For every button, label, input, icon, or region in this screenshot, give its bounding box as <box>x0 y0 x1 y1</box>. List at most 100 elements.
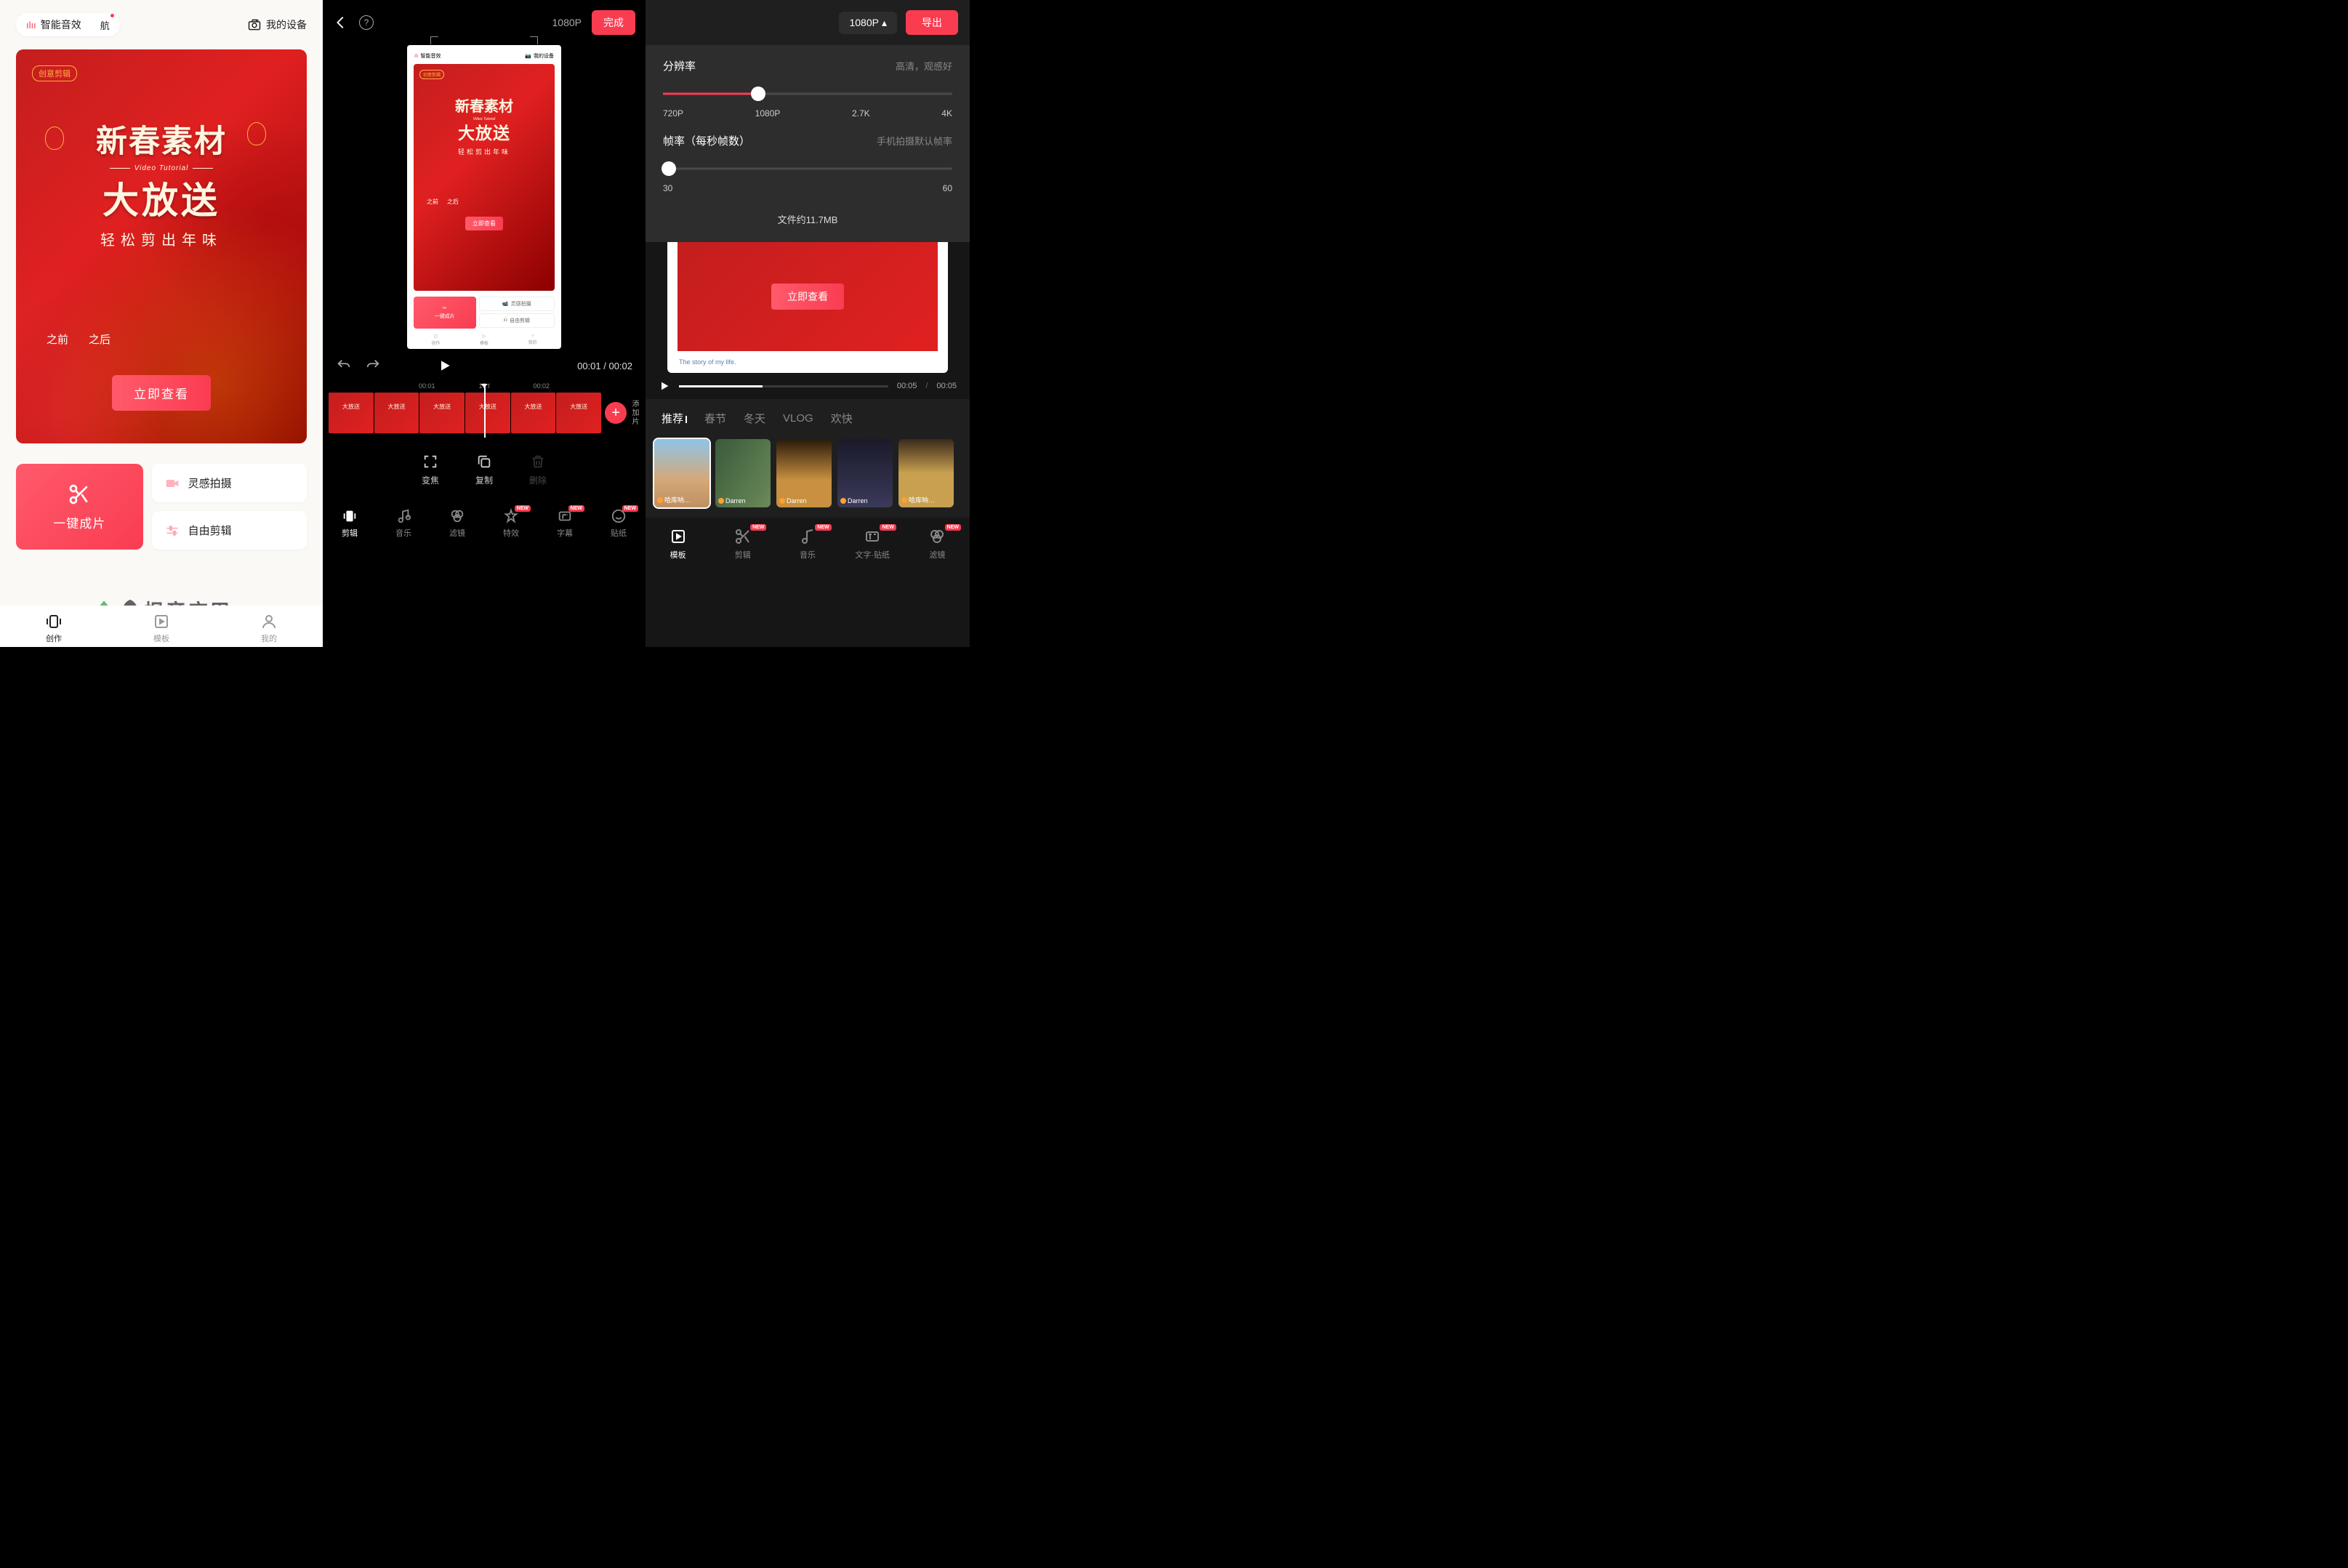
nav-create-label: 创作 <box>46 632 62 644</box>
export-bottom-nav: 模板 NEW剪辑 NEW音乐 NEW文字·贴纸 NEW滤镜 <box>646 518 970 566</box>
nav-filter[interactable]: 滤镜 <box>430 508 484 539</box>
inspire-shoot-button[interactable]: 灵感拍摄 <box>152 464 307 502</box>
pv-card: 创意剪辑 新春素材 Video Tutorial 大放送 轻松剪出年味 之前之后… <box>414 64 555 291</box>
done-button[interactable]: 完成 <box>592 10 635 35</box>
resolution-dropdown[interactable]: 1080P▴ <box>839 12 897 34</box>
free-edit-button[interactable]: 自由剪辑 <box>152 511 307 550</box>
pv-side2: ⎌自由剪辑 <box>479 313 555 328</box>
copy-label: 复制 <box>475 474 493 486</box>
pv-smart-label: 智能音效 <box>420 52 441 60</box>
editor-bottom-nav: 剪辑 音乐 滤镜 NEW特效 NEW字幕 NEW贴纸 <box>323 498 646 544</box>
export-topbar: 1080P▴ 导出 <box>646 0 970 45</box>
cat-happy[interactable]: 欢快 <box>831 411 853 426</box>
home-topbar: ılıı 智能音效 航 我的设备 <box>0 0 323 45</box>
play-icon[interactable] <box>438 358 452 373</box>
template-thumb[interactable]: Darren <box>715 439 771 507</box>
add-clip-button[interactable]: + <box>605 402 627 424</box>
inspire-shoot-label: 灵感拍摄 <box>188 475 232 491</box>
after-label: 之后 <box>89 331 110 347</box>
export-button[interactable]: 导出 <box>906 10 958 35</box>
nav-template[interactable]: 模板 <box>108 613 215 644</box>
filesize-readout: 文件约11.7MB <box>663 208 952 230</box>
nav-template[interactable]: 模板 <box>646 528 710 560</box>
nav-filter[interactable]: NEW滤镜 <box>905 528 970 560</box>
promo-title-2: 大放送 <box>16 172 307 224</box>
nav-music[interactable]: NEW音乐 <box>775 528 840 560</box>
nav-create[interactable]: 创作 <box>0 613 108 644</box>
progress-bar[interactable] <box>679 385 888 387</box>
nav-edit[interactable]: 剪辑 <box>323 508 377 539</box>
promo-card[interactable]: 创意剪辑 新春素材 Video Tutorial 大放送 轻松剪出年味 之前 之… <box>16 49 307 443</box>
profile-icon <box>260 613 278 630</box>
resolution-readout[interactable]: 1080P <box>552 17 582 28</box>
avatar-icon <box>840 498 846 504</box>
cat-recommend[interactable]: 推荐 <box>662 411 687 426</box>
carousel-next: 航 <box>100 18 110 32</box>
export-screen: 1080P▴ 导出 分辨率 高清，观感好 720P 1080P 2.7K 4K … <box>646 0 970 647</box>
delete-tool: 删除 <box>529 454 547 486</box>
preview-cta: 立即查看 <box>771 284 844 310</box>
new-badge: NEW <box>622 505 638 512</box>
nav-mine[interactable]: 我的 <box>215 613 323 644</box>
pv-h3: 轻松剪出年味 <box>414 147 555 156</box>
one-click-button[interactable]: 一键成片 <box>16 464 143 550</box>
editor-screen: ? 1080P 完成 ılı智能音效 📷我的设备 创意剪辑 新春素材 Video… <box>323 0 646 647</box>
timeline-clip[interactable] <box>419 393 465 433</box>
zoom-tool[interactable]: 变焦 <box>422 454 439 486</box>
nav-edit[interactable]: NEW剪辑 <box>710 528 775 560</box>
promo-title-1: 新春素材 <box>16 116 307 161</box>
timeline[interactable]: + 添加片 <box>323 393 646 433</box>
chevron-up-icon: ▴ <box>882 17 887 29</box>
avatar-icon <box>718 498 724 504</box>
undo-icon[interactable] <box>336 358 352 374</box>
nav-effect[interactable]: NEW特效 <box>484 508 538 539</box>
nav-subtitle[interactable]: NEW字幕 <box>538 508 592 539</box>
cat-winter[interactable]: 冬天 <box>744 411 765 426</box>
new-badge: NEW <box>750 524 766 531</box>
fps-slider[interactable] <box>663 160 952 177</box>
cat-spring[interactable]: 春节 <box>704 411 726 426</box>
filter-icon <box>449 508 465 524</box>
template-thumb[interactable]: 哈库呐… <box>898 439 954 507</box>
nav-template-label: 模板 <box>153 632 169 644</box>
audio-wave-icon: ılıı <box>26 20 36 31</box>
slider-thumb[interactable] <box>751 87 765 101</box>
cat-vlog[interactable]: VLOG <box>783 412 813 425</box>
timeline-clip[interactable] <box>465 393 510 433</box>
redo-icon[interactable] <box>365 358 381 374</box>
timeline-clip[interactable] <box>511 393 556 433</box>
template-thumb[interactable]: Darren <box>837 439 893 507</box>
template-thumb[interactable]: 哈库呐… <box>654 439 709 507</box>
timeline-clip[interactable] <box>374 393 419 433</box>
pv-side1: 📹灵感拍摄 <box>479 297 555 311</box>
smart-audio-chip[interactable]: ılıı 智能音效 航 <box>16 13 120 36</box>
view-now-button[interactable]: 立即查看 <box>112 375 211 411</box>
nav-sticker[interactable]: NEW贴纸 <box>592 508 646 539</box>
back-icon[interactable] <box>333 15 349 31</box>
nav-text[interactable]: NEW文字·贴纸 <box>840 528 905 560</box>
my-device-button[interactable]: 我的设备 <box>247 17 307 32</box>
time-total: 00:05 <box>936 382 957 390</box>
slider-thumb[interactable] <box>662 161 676 176</box>
avatar-icon <box>657 497 663 503</box>
copy-tool[interactable]: 复制 <box>475 454 493 486</box>
timeline-clip[interactable] <box>556 393 601 433</box>
help-icon[interactable]: ? <box>359 15 374 30</box>
tick-label: 60 <box>943 183 952 193</box>
pv-tag: 创意剪辑 <box>419 70 444 79</box>
ruler-tick: 00:02 <box>534 382 550 390</box>
pv-cta: 立即查看 <box>465 217 503 230</box>
thumb-author: Darren <box>725 497 746 504</box>
play-icon[interactable] <box>659 380 670 392</box>
resolution-label: 分辨率 <box>663 58 696 73</box>
timeline-clip[interactable] <box>329 393 374 433</box>
pv-h1: 新春素材 <box>414 95 555 116</box>
template-thumb[interactable]: Darren <box>776 439 832 507</box>
side-actions: 灵感拍摄 自由剪辑 <box>152 464 307 550</box>
tick-label: 30 <box>663 183 672 193</box>
video-camera-icon <box>165 478 180 489</box>
nav-music[interactable]: 音乐 <box>377 508 430 539</box>
resolution-ticks: 720P 1080P 2.7K 4K <box>663 108 952 118</box>
resolution-slider[interactable] <box>663 85 952 102</box>
video-preview[interactable]: ılı智能音效 📷我的设备 创意剪辑 新春素材 Video Tutorial 大… <box>407 45 561 349</box>
